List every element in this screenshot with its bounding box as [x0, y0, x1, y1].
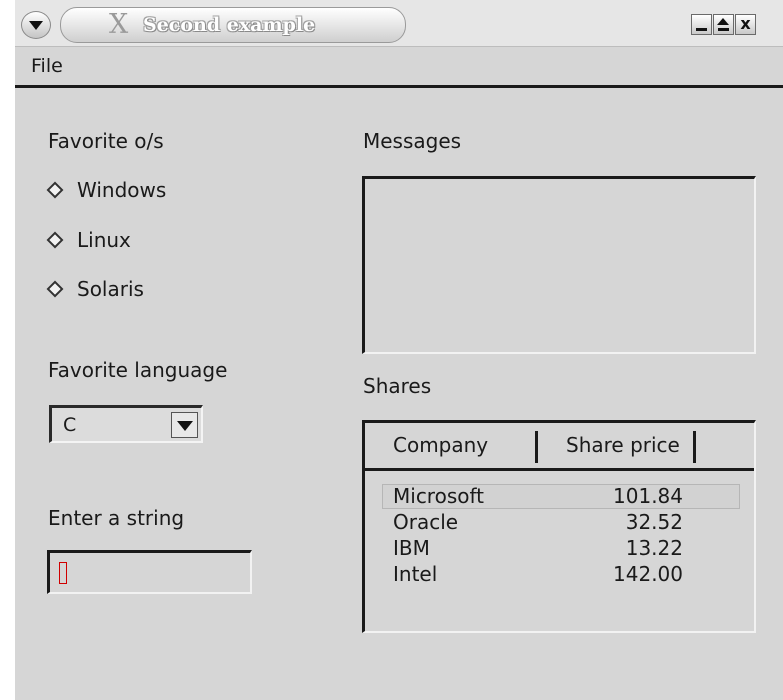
- diamond-radio-icon[interactable]: [46, 280, 64, 297]
- window-menu-icon[interactable]: [21, 11, 51, 39]
- language-selected-value: C: [63, 414, 77, 436]
- minimize-icon[interactable]: [691, 14, 712, 35]
- x-logo-icon: X: [109, 9, 129, 40]
- diamond-radio-icon[interactable]: [46, 231, 64, 248]
- radio-windows-label: Windows: [77, 178, 167, 202]
- column-header-share-price[interactable]: Share price: [566, 433, 680, 457]
- radio-solaris[interactable]: Solaris: [46, 277, 144, 301]
- window-title: Second example: [143, 14, 316, 36]
- radio-linux-label: Linux: [77, 228, 131, 252]
- column-separator[interactable]: [693, 431, 696, 463]
- table-cell-price[interactable]: 142.00: [573, 561, 683, 587]
- menu-bar: File: [15, 47, 783, 88]
- menu-file[interactable]: File: [31, 55, 63, 77]
- app-window: X Second example x File Favorite o/s Win…: [15, 0, 783, 700]
- maximize-icon[interactable]: [713, 14, 734, 35]
- shares-table-header: Company Share price: [365, 423, 754, 471]
- chevron-down-icon[interactable]: [171, 412, 198, 438]
- table-cell-company[interactable]: Intel: [393, 561, 437, 587]
- table-cell-company[interactable]: Microsoft: [393, 483, 484, 509]
- language-label: Favorite language: [48, 358, 228, 382]
- shares-label: Shares: [363, 374, 432, 398]
- table-cell-company[interactable]: IBM: [393, 535, 430, 561]
- column-header-company[interactable]: Company: [393, 433, 488, 457]
- messages-label: Messages: [363, 129, 462, 153]
- diamond-radio-icon[interactable]: [46, 181, 64, 198]
- os-group-label: Favorite o/s: [48, 129, 164, 153]
- radio-solaris-label: Solaris: [77, 277, 144, 301]
- language-combobox[interactable]: C: [49, 405, 203, 443]
- title-pill[interactable]: X Second example: [60, 7, 406, 43]
- title-bar[interactable]: X Second example x: [15, 0, 783, 47]
- table-cell-price[interactable]: 13.22: [573, 535, 683, 561]
- close-icon[interactable]: x: [735, 14, 756, 35]
- column-separator[interactable]: [535, 431, 538, 463]
- table-cell-company[interactable]: Oracle: [393, 509, 458, 535]
- table-cell-price[interactable]: 101.84: [573, 483, 683, 509]
- entry-label: Enter a string: [48, 506, 185, 530]
- string-input[interactable]: [47, 550, 252, 594]
- radio-windows[interactable]: Windows: [46, 178, 167, 202]
- shares-table[interactable]: Company Share price Microsoft 101.84 Ora…: [362, 420, 756, 633]
- radio-linux[interactable]: Linux: [46, 228, 131, 252]
- text-caret: [59, 562, 67, 584]
- messages-area[interactable]: [362, 176, 756, 354]
- table-cell-price[interactable]: 32.52: [573, 509, 683, 535]
